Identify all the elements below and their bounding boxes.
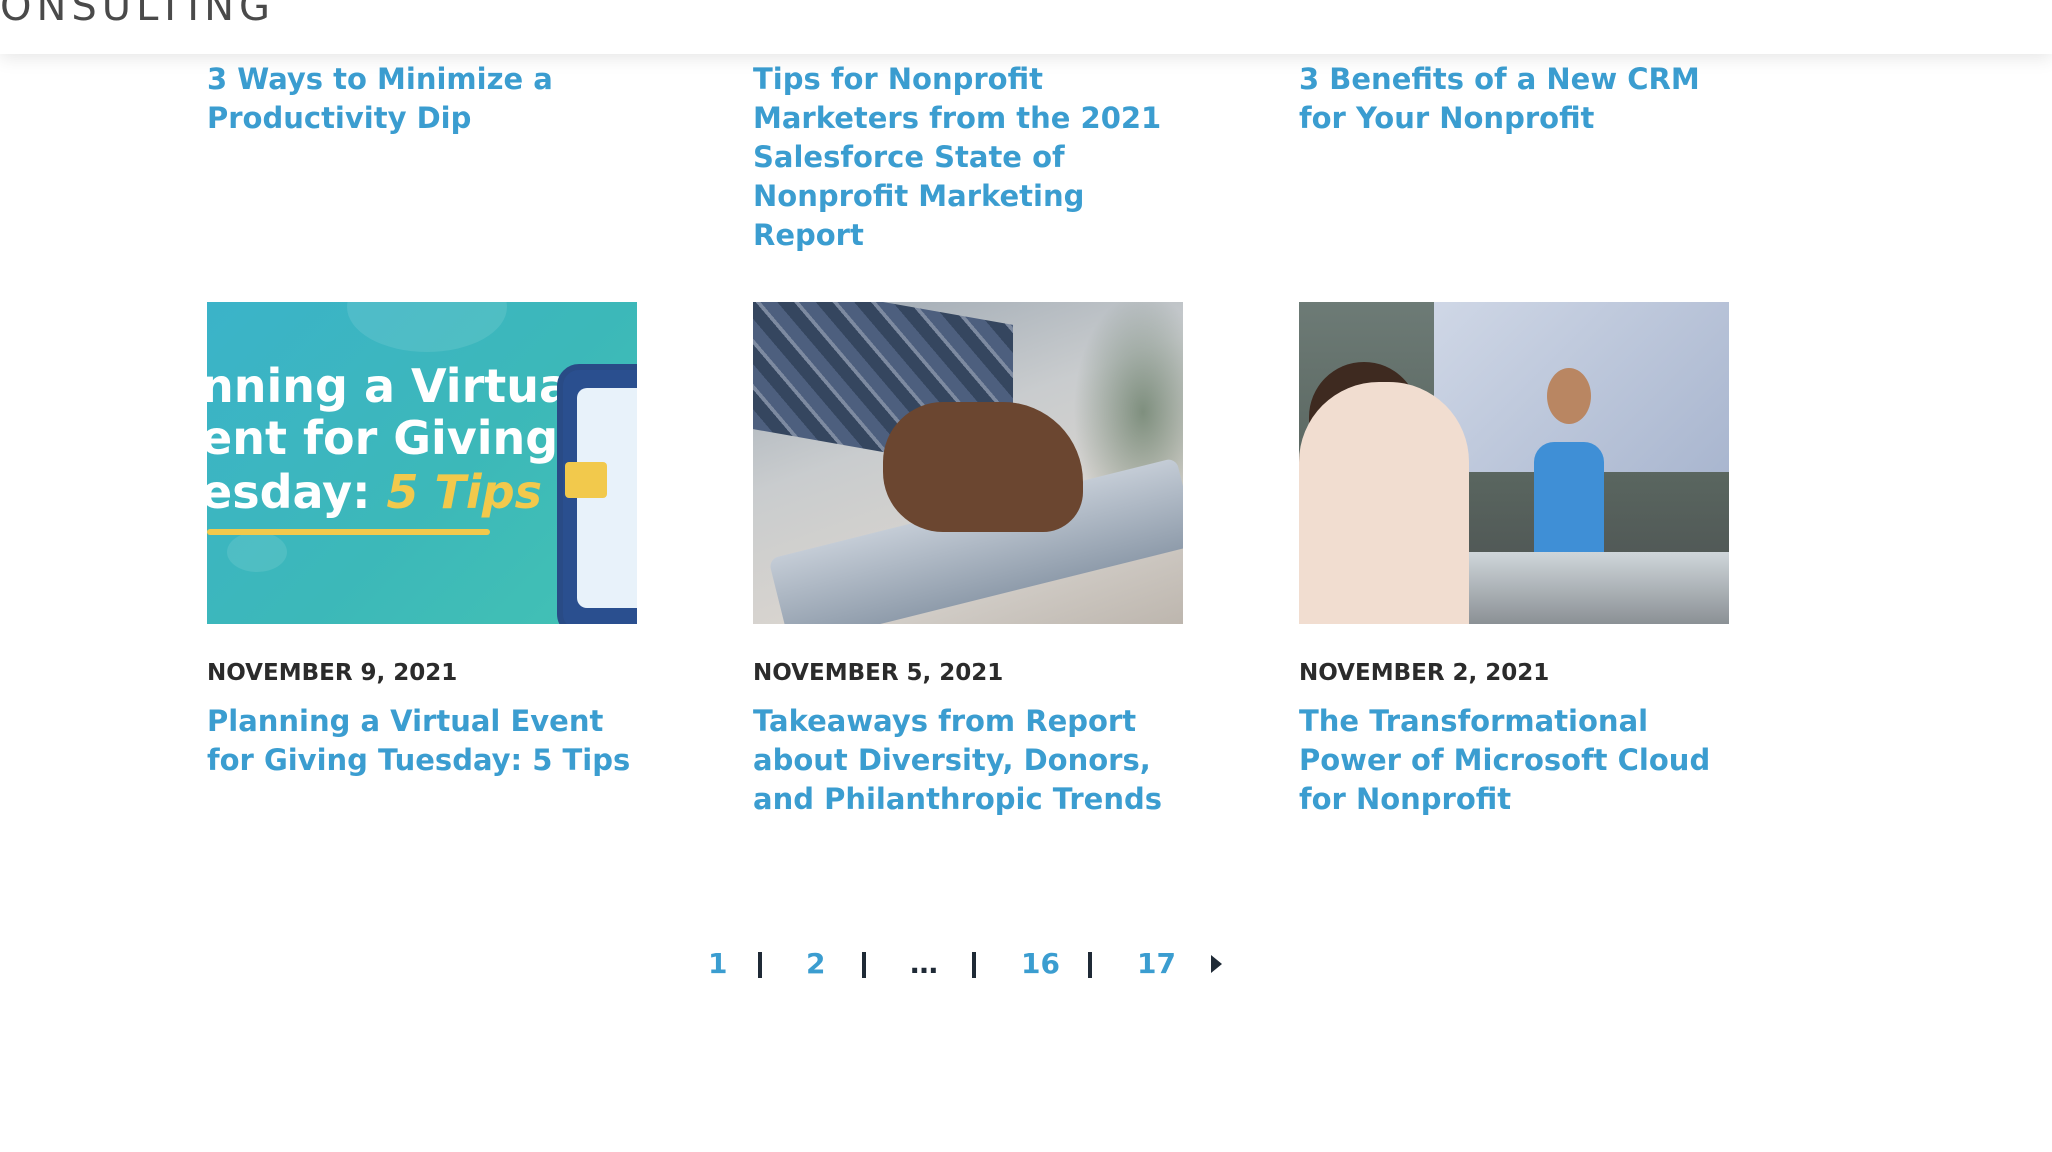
post-card: nning a Virtual ent for Giving esday: 5 … xyxy=(207,302,637,780)
next-page-icon[interactable] xyxy=(1211,955,1222,973)
thumbnail-underline xyxy=(207,529,490,535)
gift-icon xyxy=(565,462,607,498)
thumbnail-text: ent for Giving xyxy=(207,411,559,465)
post-thumbnail[interactable]: nning a Virtual ent for Giving esday: 5 … xyxy=(207,302,637,624)
post-date: NOVEMBER 2, 2021 xyxy=(1299,660,1550,686)
site-logo[interactable]: ONSULTING xyxy=(0,0,275,30)
post-card: NOVEMBER 5, 2021 Takeaways from Report a… xyxy=(753,302,1183,819)
page-link-2[interactable]: 2 xyxy=(806,942,825,986)
post-title-link[interactable]: Takeaways from Report about Diversity, D… xyxy=(753,702,1183,819)
post-card: NOVEMBER 2, 2021 The Transformational Po… xyxy=(1299,302,1729,819)
post-title-link[interactable]: The Transformational Power of Microsoft … xyxy=(1299,702,1729,819)
thumbnail-text: esday: 5 Tips xyxy=(207,465,543,519)
pagination-separator xyxy=(972,952,976,978)
post-title-link[interactable]: Tips for Nonprofit Marketers from the 20… xyxy=(753,60,1183,255)
post-date: NOVEMBER 9, 2021 xyxy=(207,660,458,686)
hand-photo-element xyxy=(883,402,1083,532)
presenter-photo-element xyxy=(1534,442,1604,562)
page-link-16[interactable]: 16 xyxy=(1021,942,1060,986)
post-title-link[interactable]: 3 Benefits of a New CRM for Your Nonprof… xyxy=(1299,60,1729,138)
thumbnail-text: nning a Virtual xyxy=(207,359,586,413)
pagination-separator xyxy=(862,952,866,978)
site-header: ONSULTING xyxy=(0,0,2052,54)
page-link-1[interactable]: 1 xyxy=(708,942,727,986)
post-card: Tips for Nonprofit Marketers from the 20… xyxy=(753,60,1183,255)
pagination-separator xyxy=(1088,952,1092,978)
post-date: NOVEMBER 5, 2021 xyxy=(753,660,1004,686)
pagination-ellipsis: … xyxy=(910,947,938,980)
post-thumbnail[interactable] xyxy=(1299,302,1729,624)
post-card: 3 Benefits of a New CRM for Your Nonprof… xyxy=(1299,60,1729,138)
post-thumbnail[interactable] xyxy=(753,302,1183,624)
post-title-link[interactable]: 3 Ways to Minimize a Productivity Dip xyxy=(207,60,637,138)
decorative-shape xyxy=(227,532,287,572)
page-link-17[interactable]: 17 xyxy=(1137,942,1176,986)
presenter-head-photo-element xyxy=(1547,368,1591,424)
post-title-link[interactable]: Planning a Virtual Event for Giving Tues… xyxy=(207,702,637,780)
decorative-shape xyxy=(347,302,507,352)
post-card: 3 Ways to Minimize a Productivity Dip xyxy=(207,60,637,138)
pagination: 1 2 … 16 17 xyxy=(0,942,2052,986)
attendee-photo-element xyxy=(1299,382,1469,624)
pagination-separator xyxy=(758,952,762,978)
